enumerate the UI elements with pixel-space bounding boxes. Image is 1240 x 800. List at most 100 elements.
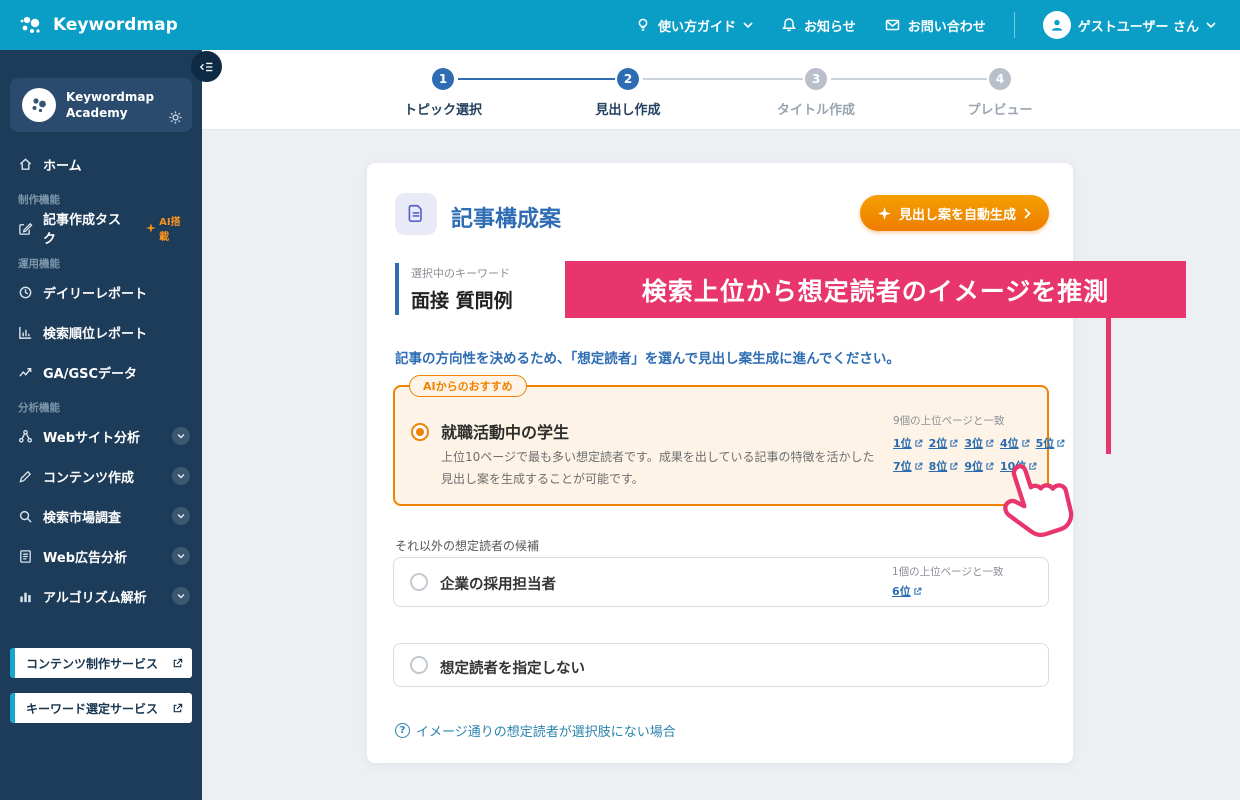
external-link-icon (950, 462, 958, 470)
step-number: 2 (617, 68, 639, 90)
match-count-label: 1個の上位ページと一致 (892, 566, 1004, 578)
rank-links-row1: 1位 2位 3位 4位 5位 (893, 435, 1065, 451)
news-menu[interactable]: お知らせ (781, 16, 856, 35)
external-link-icon (172, 703, 183, 714)
document-lines-icon (18, 549, 33, 564)
reader-option-none[interactable]: 想定読者を指定しない (393, 643, 1049, 687)
sidebar-item-rank-report[interactable]: 検索順位レポート (0, 312, 202, 352)
annotation-connector-line (1106, 318, 1111, 454)
sidebar-item-market-research[interactable]: 検索市場調査 (0, 496, 202, 536)
lightbulb-icon (635, 17, 651, 33)
selected-keyword-label: 選択中のキーワード (411, 267, 510, 280)
rank-link-2[interactable]: 2位 (929, 435, 959, 451)
sidebar-item-web-analysis[interactable]: Webサイト分析 (0, 416, 202, 456)
keyword-service-button[interactable]: キーワード選定サービス (10, 693, 192, 723)
gear-icon[interactable] (168, 110, 183, 125)
clock-icon (18, 285, 33, 300)
instruction-text: 記事の方向性を決めるため、「想定読者」を選んで見出し案生成に進んでください。 (395, 351, 900, 367)
external-link-icon (1021, 439, 1030, 447)
help-link[interactable]: ? イメージ通りの想定読者が選択肢にない場合 (395, 721, 676, 740)
radio-recruiter[interactable] (410, 573, 428, 591)
brand-name: Keywordmap (53, 15, 178, 35)
rank-link-8[interactable]: 8位 (929, 458, 959, 474)
reader-option-students[interactable]: AIからのおすすめ 就職活動中の学生 上位10ページで最も多い想定読者です。成果… (393, 375, 1065, 506)
external-link-icon (986, 439, 994, 447)
content-service-button[interactable]: コンテンツ制作サービス (10, 648, 192, 678)
option-title: 就職活動中の学生 (441, 423, 570, 442)
chevron-down-icon[interactable] (172, 467, 190, 485)
external-link-icon (172, 658, 183, 669)
external-link-icon (915, 439, 923, 447)
rank-link-1[interactable]: 1位 (893, 435, 923, 451)
sidebar-item-daily-report[interactable]: デイリーレポート (0, 272, 202, 312)
pencil-icon (18, 469, 33, 484)
document-icon (395, 193, 437, 235)
academy-card[interactable]: Keywordmap Academy (10, 78, 192, 132)
rank-link-3[interactable]: 3位 (964, 435, 994, 451)
external-link-icon (915, 462, 923, 470)
chevron-down-icon[interactable] (172, 587, 190, 605)
sitemap-icon (18, 429, 33, 444)
sidebar-item-ga-gsc[interactable]: GA/GSCデータ (0, 352, 202, 392)
external-link-icon (914, 587, 922, 595)
rank-link-4[interactable]: 4位 (1000, 435, 1030, 451)
academy-logo-icon (22, 88, 56, 122)
chevron-right-icon (1024, 207, 1031, 219)
sidebar-item-algorithm[interactable]: アルゴリズム解析 (0, 576, 202, 616)
keywordmap-logo-icon (18, 12, 44, 38)
step-number: 3 (805, 68, 827, 90)
article-structure-card: 記事構成案 見出し案を自動生成 選択中のキーワード 面接 質問例 記事の方向性を… (367, 163, 1073, 763)
brand-logo[interactable]: Keywordmap (18, 12, 178, 38)
sidebar-collapse-button[interactable] (191, 51, 222, 82)
sparkle-icon (877, 206, 891, 220)
home-icon (18, 157, 33, 172)
step-title-create[interactable]: 3 タイトル作成 (746, 68, 886, 118)
generate-headings-button[interactable]: 見出し案を自動生成 (859, 195, 1049, 231)
line-chart-icon (18, 365, 33, 380)
reader-option-recruiter[interactable]: 企業の採用担当者 1個の上位ページと一致 6位 (393, 557, 1049, 607)
step-heading-create[interactable]: 2 見出し作成 (558, 68, 698, 118)
ai-recommend-tag: AIからのおすすめ (409, 375, 527, 397)
contact-menu[interactable]: お問い合わせ (884, 16, 986, 35)
rank-link-6[interactable]: 6位 (892, 583, 922, 599)
chevron-down-icon[interactable] (172, 427, 190, 445)
news-label: お知らせ (803, 19, 856, 35)
match-count-label: 9個の上位ページと一致 (893, 415, 1005, 427)
step-number: 1 (432, 68, 454, 90)
guide-label: 使い方ガイド (657, 19, 736, 35)
external-link-icon (950, 439, 958, 447)
option-description: 上位10ページで最も多い想定読者です。成果を出している記事の特徴を活かした見出し… (441, 450, 875, 486)
step-number: 4 (989, 68, 1011, 90)
radio-students[interactable] (411, 423, 429, 441)
step-topic-select[interactable]: 1 トピック選択 (373, 68, 513, 118)
bar-chart-icon (18, 325, 33, 340)
main-area: 記事構成案 見出し案を自動生成 選択中のキーワード 面接 質問例 記事の方向性を… (202, 130, 1240, 800)
user-label: ゲストユーザー さん (1077, 19, 1199, 35)
step-label: 見出し作成 (595, 103, 661, 118)
annotation-banner: 検索上位から想定読者のイメージを推測 (565, 261, 1186, 318)
section-label-analysis: 分析機能 (18, 402, 60, 414)
column-chart-icon (18, 589, 33, 604)
step-preview[interactable]: 4 プレビュー (930, 68, 1070, 118)
selected-keyword-block: 選択中のキーワード 面接 質問例 (395, 263, 513, 315)
rank-link-7[interactable]: 7位 (893, 458, 923, 474)
stepper: 1 トピック選択 2 見出し作成 3 タイトル作成 4 プレビュー (202, 50, 1240, 130)
chevron-down-icon[interactable] (172, 547, 190, 565)
mail-icon (884, 17, 901, 33)
radio-none[interactable] (410, 656, 428, 674)
selected-keyword-value: 面接 質問例 (411, 290, 513, 312)
step-label: プレビュー (967, 103, 1033, 118)
user-menu[interactable]: ゲストユーザー さん (1042, 11, 1216, 39)
option-title: 企業の採用担当者 (440, 577, 556, 593)
sidebar-item-ad-analysis[interactable]: Web広告分析 (0, 536, 202, 576)
ai-badge: AI搭載 (146, 213, 190, 243)
sidebar-item-article-task[interactable]: 記事作成タスク AI搭載 (0, 208, 202, 248)
chevron-down-icon (743, 21, 753, 29)
guide-menu[interactable]: 使い方ガイド (635, 16, 753, 35)
avatar (1042, 11, 1071, 39)
sidebar: Keywordmap Academy ホーム 制作機能 記事作成タスク AI搭載… (0, 50, 202, 800)
topbar: Keywordmap 使い方ガイド お知らせ お問い合わせ ゲストユーザー さん (0, 0, 1240, 50)
sidebar-item-home[interactable]: ホーム (0, 144, 202, 184)
sidebar-item-content-creation[interactable]: コンテンツ作成 (0, 456, 202, 496)
chevron-down-icon[interactable] (172, 507, 190, 525)
